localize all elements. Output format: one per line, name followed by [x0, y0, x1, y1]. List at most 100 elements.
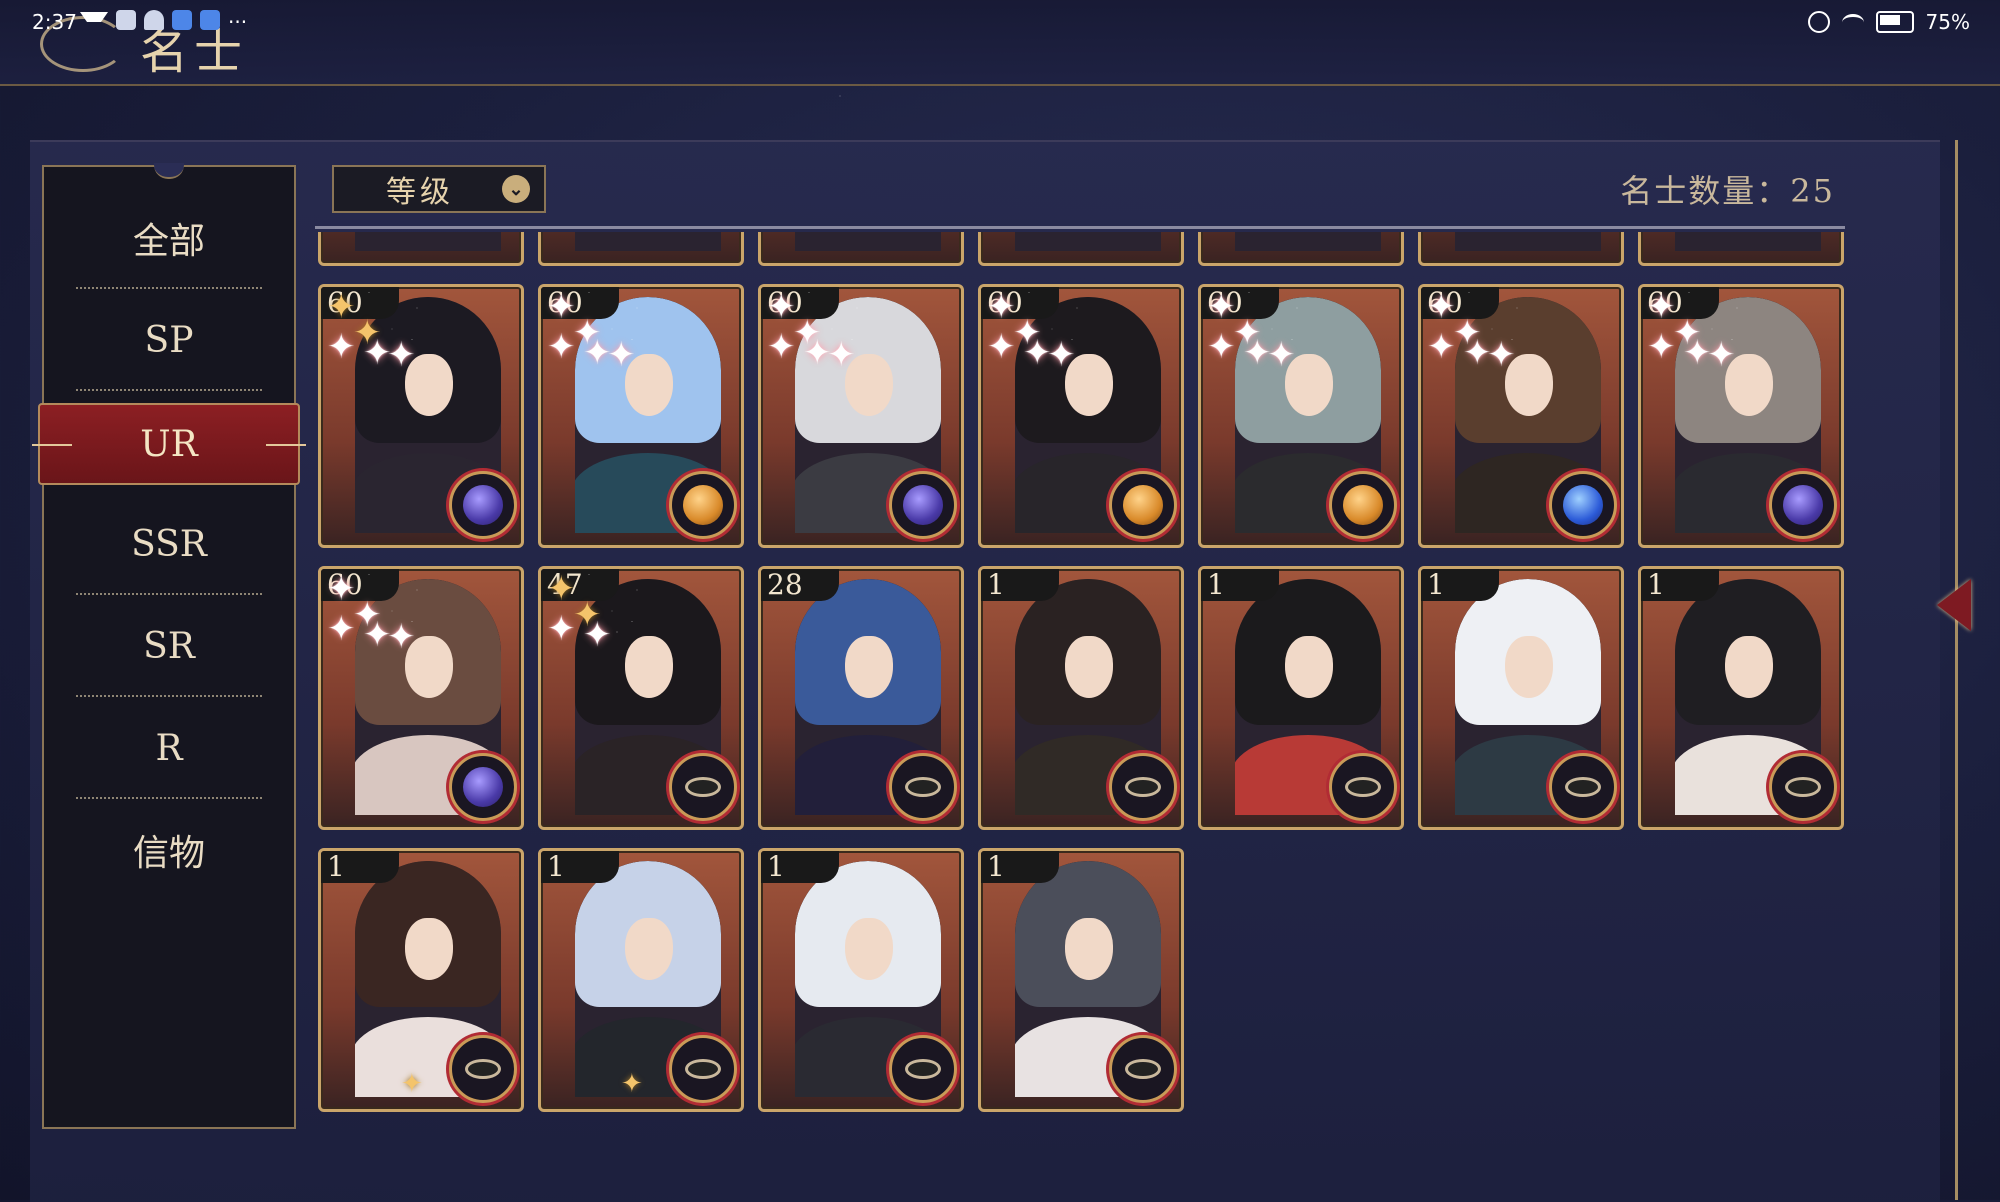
level-badge: 1 — [1201, 569, 1279, 601]
level-badge: 1 — [981, 569, 1059, 601]
character-card[interactable] — [1418, 232, 1624, 266]
character-card[interactable]: 1 — [1638, 566, 1844, 830]
emblem-core — [1125, 1059, 1161, 1079]
planet-emblem-icon — [1769, 471, 1837, 539]
robe — [1675, 232, 1821, 251]
face — [404, 353, 453, 416]
character-card[interactable] — [318, 232, 524, 266]
character-portrait — [1015, 232, 1161, 251]
sort-dropdown[interactable]: 等级 ⌄ — [332, 165, 546, 213]
face — [1284, 353, 1333, 416]
character-portrait — [355, 232, 501, 251]
character-card[interactable]: 60 ✦ ✦ ✦ ✦ ✦ — [1198, 284, 1404, 548]
status-bar: 2:37 ··· 75% — [0, 0, 2000, 44]
character-card[interactable]: 1 — [1198, 566, 1404, 830]
face — [1504, 353, 1553, 416]
level-badge: 1 — [981, 851, 1059, 883]
character-card[interactable] — [758, 232, 964, 266]
star-icon: ✦ — [767, 327, 796, 367]
tab-label: R — [155, 727, 183, 769]
character-card[interactable]: 28 — [758, 566, 964, 830]
emblem-core — [905, 1059, 941, 1079]
face — [1724, 353, 1773, 416]
character-card[interactable] — [538, 232, 744, 266]
character-card[interactable] — [1198, 232, 1404, 266]
emblem-core — [685, 777, 721, 797]
compass-emblem-icon — [669, 1035, 737, 1103]
tab-label: SP — [144, 319, 194, 361]
star-icon: ✦ — [327, 609, 356, 649]
emblem-core — [465, 1059, 501, 1079]
level-badge: 1 — [1421, 569, 1499, 601]
character-card[interactable]: 1 — [758, 848, 964, 1112]
character-card[interactable]: 47 ✦ ✦ ✦ ✦ — [538, 566, 744, 830]
tab-ssr[interactable]: SSR — [64, 493, 274, 595]
planet-emblem-icon — [449, 471, 517, 539]
star-icon: ✦ — [547, 609, 576, 649]
emblem-core — [463, 485, 503, 525]
star-icon: ✦ — [327, 327, 356, 367]
tab-r[interactable]: R — [64, 697, 274, 799]
mail-icon — [116, 10, 136, 30]
character-card[interactable] — [1638, 232, 1844, 266]
tab-label: SR — [143, 625, 195, 667]
level-badge: 1 — [761, 851, 839, 883]
face — [624, 917, 673, 980]
level-badge: 28 — [761, 569, 839, 601]
emblem-core — [685, 1059, 721, 1079]
face — [404, 635, 453, 698]
tab-label: 信物 — [132, 833, 205, 874]
character-card[interactable]: 1 — [978, 566, 1184, 830]
character-card[interactable]: 1 — [1418, 566, 1624, 830]
character-card[interactable]: 60 ✦ ✦ ✦ ✦ ✦ — [318, 566, 524, 830]
emblem-core — [903, 485, 943, 525]
ornament-dots — [32, 444, 72, 446]
face — [1284, 635, 1333, 698]
character-grid: 60 ✦ ✦ ✦ ✦ ✦ 60 ✦ ✦ ✦ ✦ ✦ 60 ✦ ✦ ✦ ✦ ✦ 60 ✦ ✦ ✦ ✦ ✦ 60 ✦ ✦ ✦ ✦ ✦ 60 ✦ ✦ ✦… — [318, 232, 1848, 1132]
level-badge: 60 — [1421, 287, 1499, 319]
robe — [1015, 232, 1161, 251]
emblem-core — [1563, 485, 1603, 525]
planet-emblem-icon — [1329, 471, 1397, 539]
bell-icon — [144, 10, 164, 30]
hourglass-icon — [80, 12, 108, 22]
character-card[interactable]: 1 ✦ — [538, 848, 744, 1112]
chevron-down-icon: ⌄ — [502, 175, 530, 203]
level-badge: 60 — [321, 287, 399, 319]
tab-sr[interactable]: SR — [64, 595, 274, 697]
character-card[interactable]: 1 — [978, 848, 1184, 1112]
header-divider — [315, 226, 1845, 229]
tab-all[interactable]: 全部 — [64, 187, 274, 289]
character-portrait — [1455, 232, 1601, 251]
character-card[interactable]: 1 ✦ — [318, 848, 524, 1112]
character-card[interactable]: 60 ✦ ✦ ✦ ✦ ✦ — [1418, 284, 1624, 548]
emblem-core — [1125, 777, 1161, 797]
status-time: 2:37 — [32, 10, 77, 34]
character-card[interactable]: 60 ✦ ✦ ✦ ✦ ✦ — [758, 284, 964, 548]
level-badge: 1 — [541, 851, 619, 883]
character-card[interactable]: 60 ✦ ✦ ✦ ✦ ✦ — [538, 284, 744, 548]
music-icon — [172, 10, 192, 30]
tab-label: UR — [140, 423, 198, 465]
tab-sp[interactable]: SP — [64, 289, 274, 391]
panel-edge — [1955, 140, 1970, 1200]
robe — [575, 232, 721, 251]
character-card[interactable]: 60 ✦ ✦ ✦ ✦ ✦ — [318, 284, 524, 548]
face — [1504, 635, 1553, 698]
collapse-panel-button[interactable] — [1924, 540, 1984, 670]
level-badge: 60 — [1641, 287, 1719, 319]
character-card[interactable] — [978, 232, 1184, 266]
star-icon: ✦ — [987, 327, 1016, 367]
tab-tokens[interactable]: 信物 — [64, 799, 274, 901]
star-icon: ✦ — [1207, 327, 1236, 367]
robe — [355, 232, 501, 251]
status-right: 75% — [1807, 10, 1970, 34]
star-icon: ✦ — [1427, 327, 1456, 367]
emblem-core — [1123, 485, 1163, 525]
character-card[interactable]: 60 ✦ ✦ ✦ ✦ ✦ — [1638, 284, 1844, 548]
character-card[interactable]: 60 ✦ ✦ ✦ ✦ ✦ — [978, 284, 1184, 548]
compass-emblem-icon — [1109, 753, 1177, 821]
tab-ur[interactable]: UR — [32, 403, 306, 485]
face — [844, 353, 893, 416]
planet-emblem-icon — [889, 471, 957, 539]
